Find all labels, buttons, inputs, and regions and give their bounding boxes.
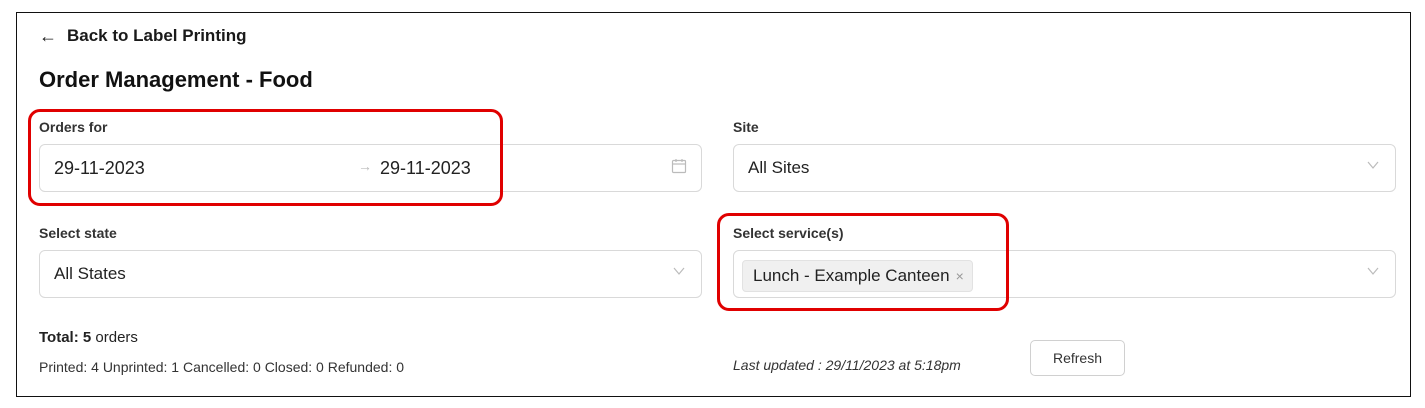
total-unit: orders — [95, 329, 138, 346]
date-start-input[interactable]: 29-11-2023 — [54, 158, 145, 179]
date-end-input[interactable]: 29-11-2023 — [380, 158, 471, 179]
chevron-down-icon — [1367, 161, 1379, 169]
arrow-right-icon: → — [358, 158, 372, 174]
site-select-value: All Sites — [748, 158, 810, 177]
chevron-down-icon — [673, 267, 685, 275]
site-label: Site — [733, 119, 759, 135]
back-link[interactable]: ← Back to Label Printing — [39, 26, 246, 46]
services-label: Select service(s) — [733, 225, 844, 241]
state-label: Select state — [39, 225, 117, 241]
arrow-left-icon: ← — [39, 26, 57, 46]
orders-for-label: Orders for — [39, 119, 108, 135]
total-orders: Total: 5 orders — [39, 329, 138, 346]
total-label: Total: — [39, 329, 79, 346]
chevron-down-icon — [1367, 267, 1379, 275]
page-title: Order Management - Food — [39, 67, 313, 92]
last-updated-text: Last updated : 29/11/2023 at 5:18pm — [733, 357, 961, 373]
services-multiselect[interactable]: Lunch - Example Canteen × — [733, 250, 1396, 298]
site-select[interactable]: All Sites — [733, 144, 1396, 192]
service-tag: Lunch - Example Canteen × — [742, 260, 973, 292]
back-link-label: Back to Label Printing — [67, 26, 247, 45]
state-select[interactable]: All States — [39, 250, 702, 298]
refresh-button[interactable]: Refresh — [1030, 340, 1125, 376]
calendar-icon[interactable] — [671, 158, 687, 174]
order-management-panel: ← Back to Label Printing Order Managemen… — [16, 12, 1411, 397]
total-count: 5 — [82, 329, 92, 346]
remove-tag-icon[interactable]: × — [956, 268, 964, 284]
state-select-value: All States — [54, 264, 126, 283]
service-tag-label: Lunch - Example Canteen — [753, 266, 950, 285]
date-range-picker[interactable]: 29-11-2023 → 29-11-2023 — [39, 144, 702, 192]
order-breakdown: Printed: 4 Unprinted: 1 Cancelled: 0 Clo… — [39, 359, 405, 375]
